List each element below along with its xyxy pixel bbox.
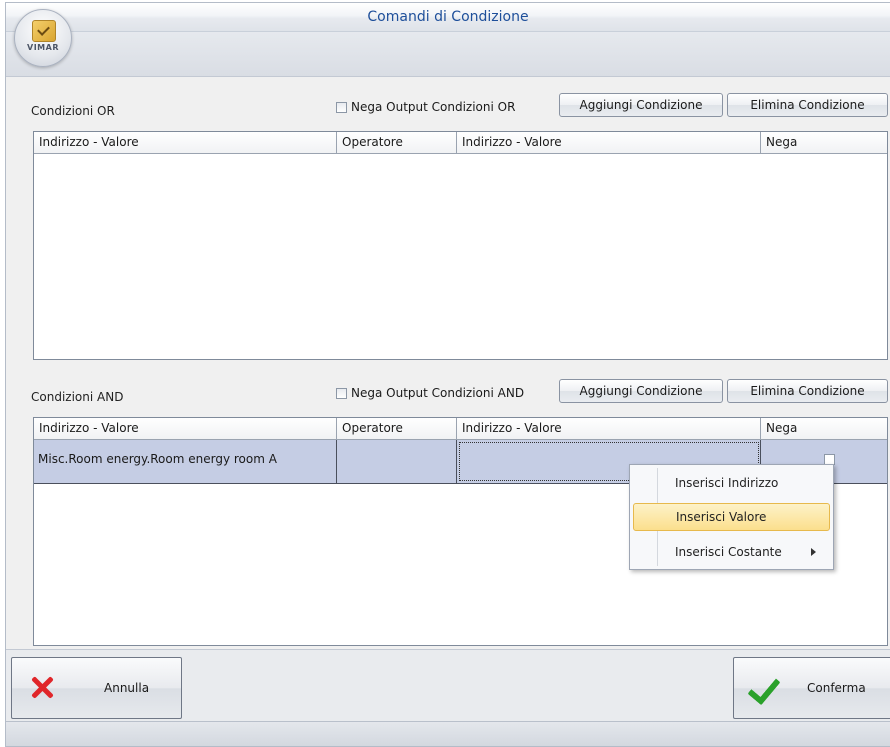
checkbox-box[interactable] <box>336 101 347 113</box>
logo-text: VIMAR <box>27 43 59 52</box>
column-header-negate[interactable]: Nega <box>761 132 887 153</box>
column-header-address-value-1[interactable]: Indirizzo - Valore <box>34 132 337 153</box>
confirm-button[interactable]: Conferma <box>733 657 890 719</box>
column-header-address-value-2[interactable]: Indirizzo - Valore <box>457 132 761 153</box>
negate-or-output-label: Nega Output Condizioni OR <box>351 100 516 114</box>
negate-and-output-checkbox[interactable]: Nega Output Condizioni AND <box>336 386 524 400</box>
title-bar: Comandi di Condizione <box>6 3 890 32</box>
add-or-condition-button[interactable]: Aggiungi Condizione <box>559 93 723 117</box>
or-conditions-label: Condizioni OR <box>31 104 115 118</box>
cancel-x-icon <box>30 675 54 699</box>
application-menu-button[interactable]: VIMAR <box>14 9 72 67</box>
condition-commands-window: Comandi di Condizione VIMAR Condizioni O… <box>5 2 890 747</box>
status-bar <box>6 721 890 746</box>
menu-item-label: Inserisci Valore <box>676 510 767 524</box>
column-header-operator[interactable]: Operatore <box>337 132 457 153</box>
submenu-arrow-icon <box>811 548 816 556</box>
cell-operator[interactable] <box>337 440 457 483</box>
vimar-logo-icon <box>32 20 56 42</box>
ribbon-bar <box>6 32 890 77</box>
cancel-button[interactable]: Annulla <box>11 657 182 719</box>
menu-item-label: Inserisci Costante <box>675 545 782 559</box>
negate-or-output-checkbox[interactable]: Nega Output Condizioni OR <box>336 100 515 114</box>
checkmark-icon <box>748 672 782 702</box>
add-and-condition-button[interactable]: Aggiungi Condizione <box>559 379 723 403</box>
or-conditions-grid[interactable]: Indirizzo - Valore Operatore Indirizzo -… <box>33 131 888 360</box>
context-menu: Inserisci Indirizzo Inserisci Valore Ins… <box>629 464 834 570</box>
checkbox-box[interactable] <box>336 387 347 399</box>
and-conditions-label: Condizioni AND <box>31 390 124 404</box>
cell-address-value-1[interactable]: Misc.Room energy.Room energy room A <box>34 440 337 483</box>
column-header-negate[interactable]: Nega <box>761 418 887 439</box>
column-header-address-value-2[interactable]: Indirizzo - Valore <box>457 418 761 439</box>
window-title: Comandi di Condizione <box>367 9 529 25</box>
menu-item-insert-constant[interactable]: Inserisci Costante <box>633 538 830 566</box>
column-header-operator[interactable]: Operatore <box>337 418 457 439</box>
delete-or-condition-button[interactable]: Elimina Condizione <box>727 93 888 117</box>
menu-item-label: Inserisci Indirizzo <box>675 476 779 490</box>
delete-and-condition-button[interactable]: Elimina Condizione <box>727 379 888 403</box>
or-grid-header: Indirizzo - Valore Operatore Indirizzo -… <box>34 132 887 154</box>
footer-panel: Annulla Conferma <box>6 649 890 726</box>
menu-item-insert-address[interactable]: Inserisci Indirizzo <box>633 469 830 497</box>
menu-item-insert-value[interactable]: Inserisci Valore <box>633 503 830 531</box>
cancel-label: Annulla <box>104 681 150 695</box>
column-header-address-value-1[interactable]: Indirizzo - Valore <box>34 418 337 439</box>
confirm-label: Conferma <box>807 681 866 695</box>
negate-and-output-label: Nega Output Condizioni AND <box>351 386 525 400</box>
and-grid-header: Indirizzo - Valore Operatore Indirizzo -… <box>34 418 887 440</box>
